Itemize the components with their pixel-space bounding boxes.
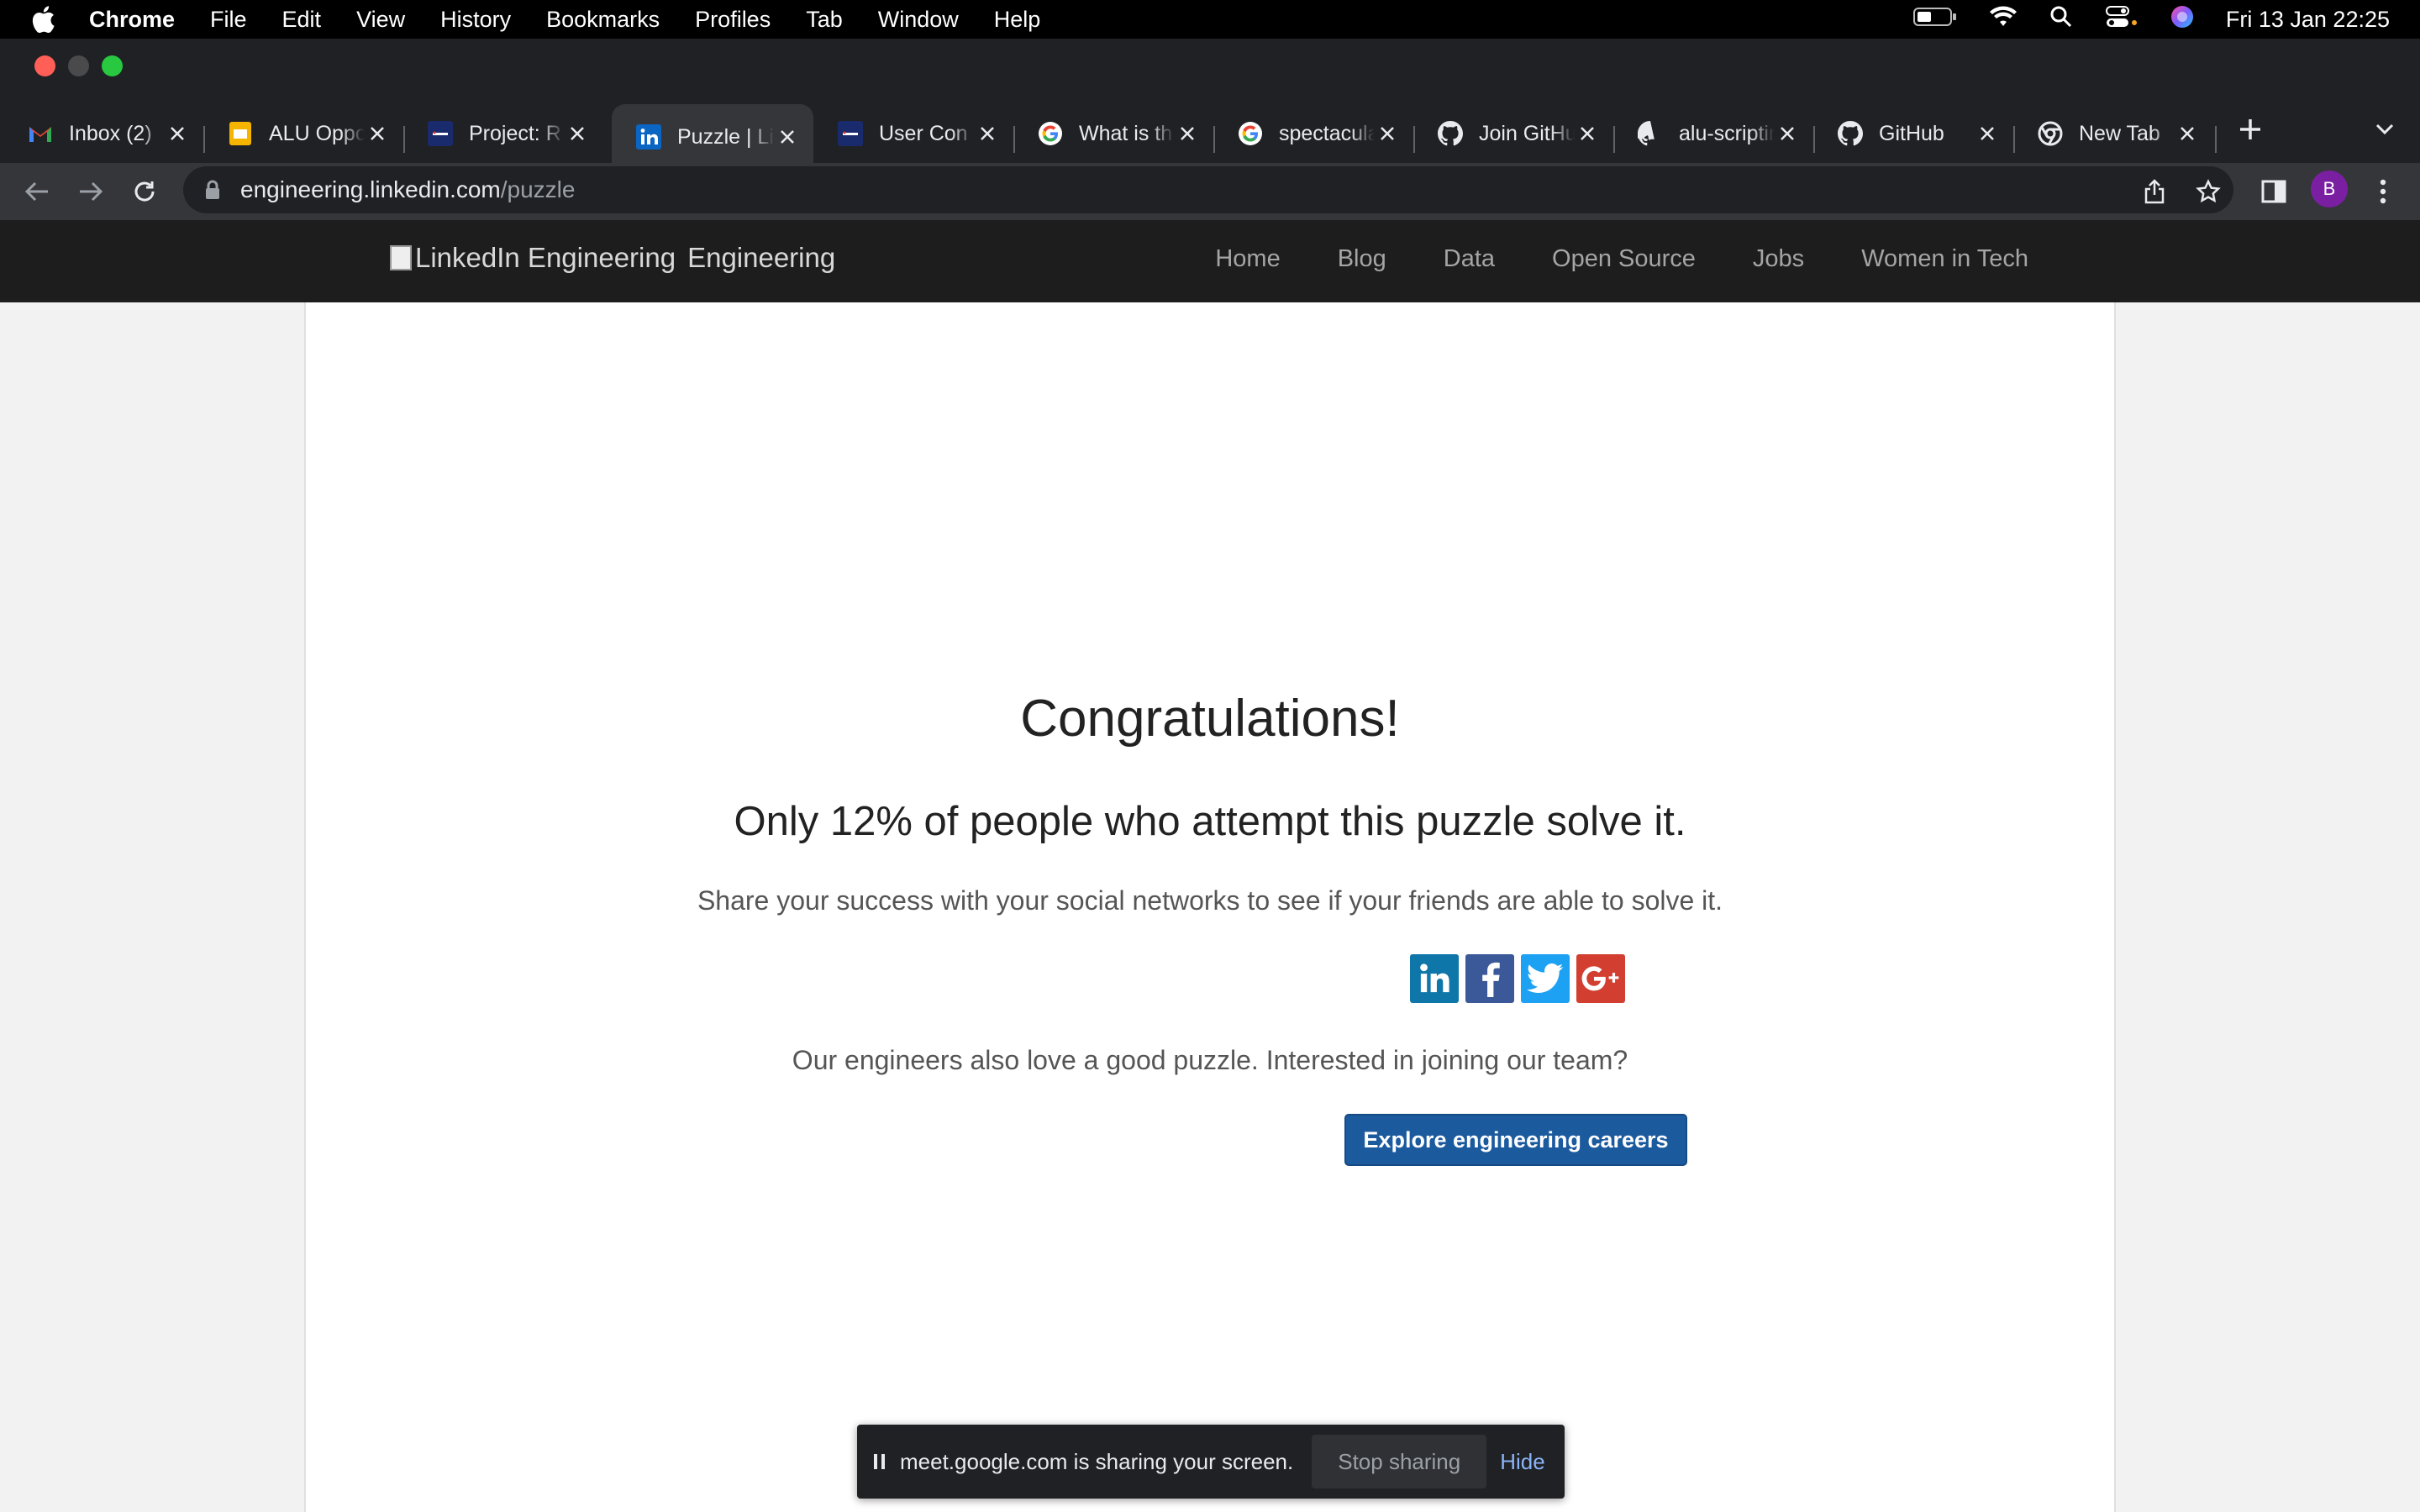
social-share-buttons	[1410, 954, 1625, 1003]
tab-user-con[interactable]: User Con	[813, 104, 1013, 163]
screen-share-bar: meet.google.com is sharing your screen. …	[857, 1425, 1565, 1499]
menu-edit[interactable]: Edit	[282, 7, 322, 33]
reload-icon[interactable]	[124, 171, 165, 212]
siri-icon[interactable]	[2170, 5, 2194, 34]
menu-app-name[interactable]: Chrome	[89, 7, 175, 33]
nav-home[interactable]: Home	[1215, 245, 1280, 273]
back-arrow-icon[interactable]	[17, 171, 57, 212]
close-tab-icon[interactable]	[165, 121, 190, 146]
screen-share-message: meet.google.com is sharing your screen.	[900, 1448, 1294, 1474]
minimize-window-button[interactable]	[68, 55, 89, 76]
wifi-icon[interactable]	[1989, 6, 2018, 34]
menu-file[interactable]: File	[210, 7, 247, 33]
content-card: Congratulations! Only 12% of people who …	[304, 302, 2116, 1512]
tab-new-tab[interactable]: New Tab	[2013, 104, 2213, 163]
nav-jobs[interactable]: Jobs	[1753, 245, 1804, 273]
explore-careers-button[interactable]: Explore engineering careers	[1344, 1114, 1687, 1166]
logo-engineering-text: Engineering	[687, 242, 836, 273]
menu-view[interactable]: View	[356, 7, 405, 33]
tab-puzzle-linkedin[interactable]: Puzzle | LinkedIn	[612, 104, 813, 170]
menu-history[interactable]: History	[440, 7, 511, 33]
web-page: LinkedIn Engineering Engineering Home Bl…	[0, 220, 2420, 1512]
careers-prompt: Our engineers also love a good puzzle. I…	[792, 1045, 1628, 1075]
menu-clock[interactable]: Fri 13 Jan 22:25	[2226, 7, 2390, 33]
new-tab-plus-icon[interactable]	[2233, 113, 2267, 146]
address-bar[interactable]: engineering.linkedin.com/puzzle	[183, 166, 2233, 213]
chrome-icon	[2037, 120, 2064, 147]
close-tab-icon[interactable]	[365, 121, 390, 146]
slides-icon	[227, 120, 254, 147]
success-rate-heading: Only 12% of people who attempt this puzz…	[734, 799, 1686, 844]
close-tab-icon[interactable]	[775, 124, 800, 150]
github-icon	[1637, 120, 1664, 147]
linkedin-icon	[635, 123, 662, 150]
menu-tab[interactable]: Tab	[806, 7, 843, 33]
tab-github[interactable]: GitHub	[1813, 104, 2013, 163]
menu-window[interactable]: Window	[878, 7, 959, 33]
page-title: Congratulations!	[1020, 690, 1400, 748]
drag-handle-icon[interactable]	[874, 1454, 885, 1469]
close-tab-icon[interactable]	[1575, 121, 1600, 146]
close-tab-icon[interactable]	[1975, 121, 2000, 146]
maximize-window-button[interactable]	[102, 55, 123, 76]
menu-help[interactable]: Help	[994, 7, 1041, 33]
broken-image-icon: LinkedIn Engineering	[390, 242, 676, 274]
tab-alu-scripting[interactable]: alu-scripting	[1613, 104, 1813, 163]
control-center-icon[interactable]	[2105, 5, 2139, 34]
site-logo[interactable]: LinkedIn Engineering Engineering	[390, 242, 835, 274]
tab-separator	[2215, 126, 2217, 153]
more-menu-kebab-icon[interactable]	[2363, 171, 2403, 212]
nav-blog[interactable]: Blog	[1338, 245, 1386, 273]
google-icon	[1237, 120, 1264, 147]
menu-bookmarks[interactable]: Bookmarks	[546, 7, 660, 33]
close-window-button[interactable]	[34, 55, 55, 76]
close-tab-icon[interactable]	[1775, 121, 1800, 146]
spotlight-search-icon[interactable]	[2049, 5, 2073, 34]
share-prompt: Share your success with your social netw…	[697, 885, 1723, 916]
macos-menu-bar: Chrome File Edit View History Bookmarks …	[0, 0, 2420, 39]
site-header: LinkedIn Engineering Engineering Home Bl…	[0, 220, 2420, 302]
hide-button[interactable]: Hide	[1500, 1449, 1544, 1475]
github-icon	[1437, 120, 1464, 147]
battery-icon[interactable]	[1912, 7, 1957, 33]
close-tab-icon[interactable]	[1375, 121, 1400, 146]
apple-icon[interactable]	[30, 5, 71, 34]
stop-sharing-button[interactable]: Stop sharing	[1312, 1435, 1487, 1488]
tab-join-github[interactable]: Join GitHub	[1413, 104, 1613, 163]
alu-icon	[427, 120, 454, 147]
tab-alu-opportunities[interactable]: ALU Opportunities	[203, 104, 403, 163]
forward-arrow-icon[interactable]	[71, 171, 111, 212]
gmail-icon	[27, 120, 54, 147]
share-icon[interactable]	[2134, 171, 2175, 212]
tab-search-chevron-down-icon[interactable]	[2368, 113, 2402, 146]
close-tab-icon[interactable]	[2175, 121, 2200, 146]
profile-avatar[interactable]: B	[2311, 171, 2348, 207]
linkedin-share-icon[interactable]	[1410, 954, 1459, 1003]
twitter-share-icon[interactable]	[1521, 954, 1570, 1003]
close-tab-icon[interactable]	[975, 121, 1000, 146]
nav-women-in-tech[interactable]: Women in Tech	[1861, 245, 2028, 273]
google-icon	[1037, 120, 1064, 147]
tab-what-is[interactable]: What is th	[1013, 104, 1213, 163]
site-nav: Home Blog Data Open Source Jobs Women in…	[1215, 245, 2028, 273]
window-titlebar	[0, 39, 2420, 89]
nav-data[interactable]: Data	[1444, 245, 1495, 273]
tab-spectacular[interactable]: spectacular	[1213, 104, 1413, 163]
alu-icon	[837, 120, 864, 147]
google-plus-share-icon[interactable]	[1576, 954, 1625, 1003]
github-icon	[1837, 120, 1864, 147]
lock-icon[interactable]	[202, 177, 224, 202]
tab-strip: Inbox (2) ALU Opportunities Project: R P…	[0, 89, 2420, 170]
side-panel-icon[interactable]	[2254, 171, 2294, 212]
facebook-share-icon[interactable]	[1465, 954, 1514, 1003]
url-text[interactable]: engineering.linkedin.com/puzzle	[240, 176, 575, 203]
close-tab-icon[interactable]	[565, 121, 590, 146]
menu-profiles[interactable]: Profiles	[695, 7, 771, 33]
bookmark-star-icon[interactable]	[2188, 171, 2228, 212]
tab-inbox[interactable]: Inbox (2)	[3, 104, 203, 163]
nav-open-source[interactable]: Open Source	[1552, 245, 1696, 273]
tab-project[interactable]: Project: R	[403, 104, 603, 163]
close-tab-icon[interactable]	[1175, 121, 1200, 146]
